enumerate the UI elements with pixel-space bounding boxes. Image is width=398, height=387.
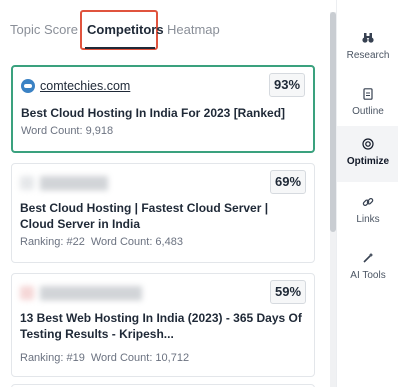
- active-tab-underline: [85, 47, 155, 49]
- favicon-icon: [20, 176, 34, 190]
- link-icon: [362, 197, 374, 206]
- competitor-site-blurred: ████████: [20, 176, 108, 190]
- ranking: Ranking: #19: [20, 352, 85, 364]
- competitor-meta: Ranking: #19 Word Count: 10,712: [20, 352, 189, 364]
- competitor-title: Best Cloud Hosting In India For 2023 [Ra…: [21, 106, 286, 120]
- competitor-site-link[interactable]: comtechies.com: [40, 79, 130, 93]
- sidebar-item-links[interactable]: Links: [337, 184, 398, 240]
- blurred-site-name: ████████████: [40, 286, 143, 300]
- competitor-site: comtechies.com: [21, 79, 130, 93]
- competitor-score-badge: 59%: [270, 280, 306, 304]
- competitor-card[interactable]: comtechies.com 93% Best Cloud Hosting In…: [11, 65, 315, 153]
- tab-heatmap[interactable]: Heatmap: [167, 22, 220, 37]
- blurred-site-name: ████████: [40, 176, 109, 190]
- word-count: Word Count: 9,918: [21, 125, 114, 137]
- magic-wand-icon: [363, 252, 374, 263]
- sidebar-item-optimize[interactable]: Optimize: [337, 126, 398, 182]
- sidebar-item-label: Links: [356, 214, 380, 225]
- ranking: Ranking: #22: [20, 236, 85, 248]
- right-sidebar: Research Outline Optimize Links AI Tools: [336, 0, 398, 387]
- competitor-meta: Ranking: #22 Word Count: 6,483: [20, 236, 183, 248]
- sidebar-item-research[interactable]: Research: [337, 20, 398, 76]
- competitor-score-badge: 93%: [269, 73, 305, 97]
- sidebar-item-outline[interactable]: Outline: [337, 76, 398, 132]
- competitor-card[interactable]: ████████ 69% Best Cloud Hosting | Fastes…: [11, 163, 315, 263]
- sidebar-item-label: Research: [346, 50, 390, 61]
- competitor-title: 13 Best Web Hosting In India (2023) - 36…: [20, 311, 302, 341]
- favicon-icon: [20, 286, 34, 300]
- sidebar-item-ai-tools[interactable]: AI Tools: [337, 240, 398, 296]
- sidebar-item-label: Optimize: [346, 156, 390, 167]
- main-panel: Topic Score Competitors Heatmap comtechi…: [0, 0, 330, 387]
- tab-topic-score[interactable]: Topic Score: [10, 22, 78, 37]
- cloud-icon: [21, 79, 35, 93]
- competitor-meta: Word Count: 9,918: [21, 125, 113, 137]
- competitor-title: Best Cloud Hosting | Fastest Cloud Serve…: [20, 201, 269, 231]
- target-icon: [362, 138, 374, 150]
- document-icon: [363, 88, 373, 100]
- sidebar-item-label: Outline: [352, 106, 384, 117]
- tab-competitors[interactable]: Competitors: [87, 22, 164, 37]
- competitor-score-badge: 69%: [270, 170, 306, 194]
- sidebar-item-label: AI Tools: [350, 270, 386, 281]
- word-count: Word Count: 10,712: [90, 352, 190, 364]
- competitor-site-blurred: ████████████: [20, 286, 142, 300]
- competitor-card[interactable]: ████████████ 59% 13 Best Web Hosting In …: [11, 273, 315, 377]
- word-count: Word Count: 6,483: [90, 236, 183, 248]
- binoculars-icon: [362, 33, 374, 43]
- tab-bar: Topic Score Competitors Heatmap: [0, 0, 330, 62]
